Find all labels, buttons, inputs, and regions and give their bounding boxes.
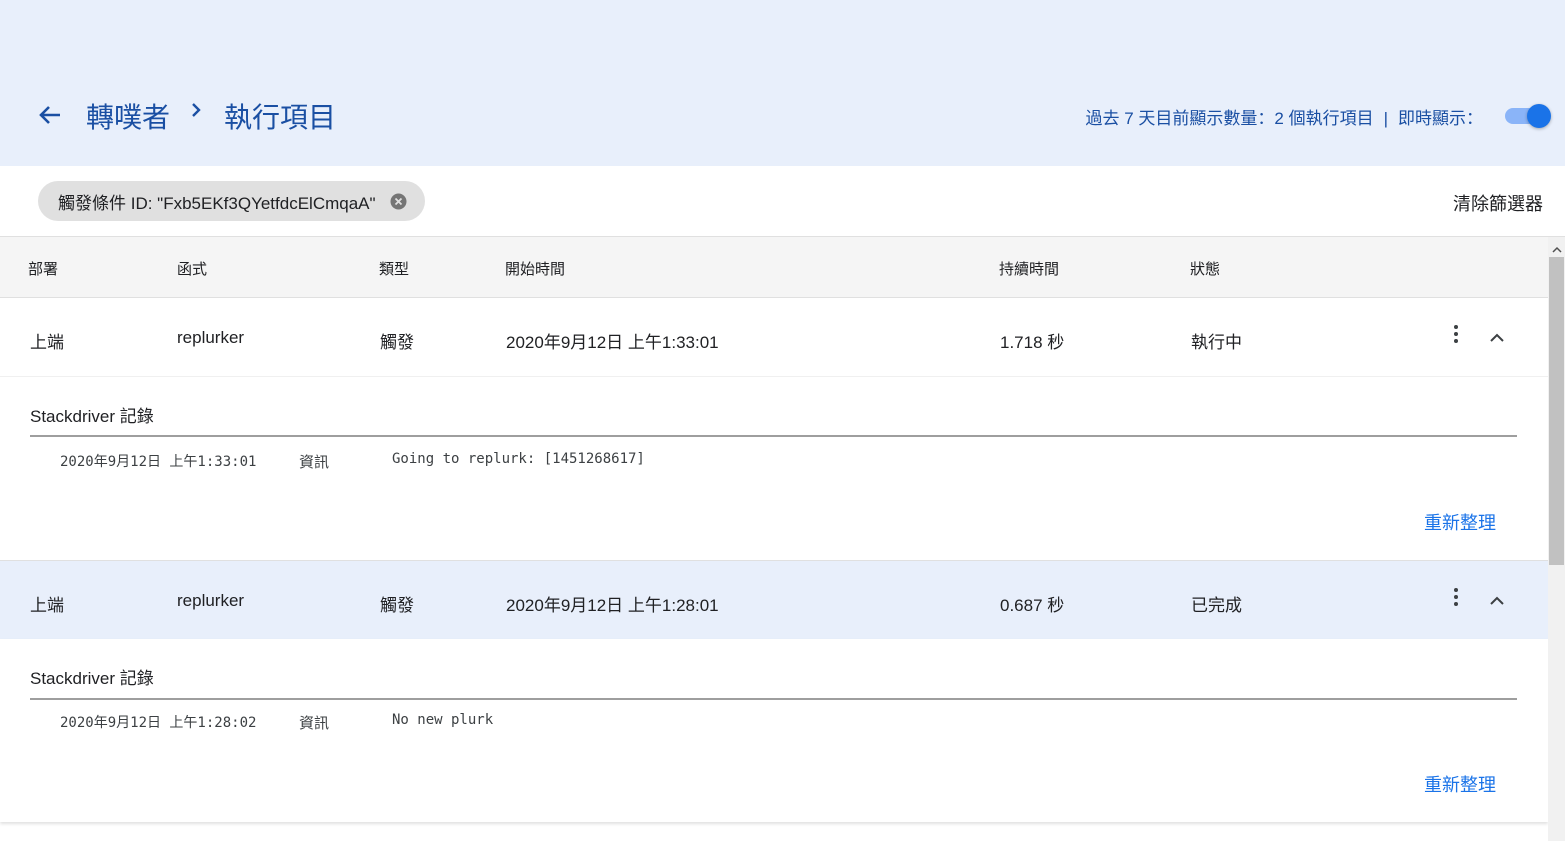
cell-status: 已完成 [1191,596,1242,615]
cell-status: 執行中 [1191,333,1242,352]
column-status[interactable]: 狀態 [1190,258,1220,279]
page-title: 執行項目 [224,102,337,133]
column-duration[interactable]: 持續時間 [999,258,1059,279]
column-deployment[interactable]: 部署 [28,258,58,279]
toggle-knob [1527,104,1551,128]
back-arrow-icon[interactable] [34,99,66,131]
trigger-filter-chip[interactable]: 觸發條件 ID: "Fxb5EKf3QYetfdcElCmqaA" [38,181,425,221]
clear-filters-button[interactable]: 清除篩選器 [1453,190,1543,216]
log-panel: Stackdriver 記錄 2020年9月12日 上午1:28:02 資訊 N… [0,639,1548,822]
filter-chip-label: 觸發條件 ID: "Fxb5EKf3QYetfdcElCmqaA" [58,193,376,213]
cell-type: 觸發 [380,333,414,352]
cell-function: replurker [177,591,245,610]
log-severity: 資訊 [299,454,330,471]
execution-summary: 過去 7 天目前顯示數量：2 個執行項目 | 即時顯示： [1086,104,1484,129]
cell-start-time: 2020年9月12日 上午1:28:01 [506,596,719,615]
cell-deployment: 上端 [30,333,64,352]
log-timestamp: 2020年9月12日 上午1:28:02 [60,715,257,731]
vertical-scrollbar[interactable] [1548,237,1565,841]
table-header: 部署 函式 類型 開始時間 持續時間 狀態 [0,237,1548,298]
refresh-logs-button[interactable]: 重新整理 [1424,771,1496,797]
realtime-toggle[interactable] [1505,104,1551,128]
page-header: 轉噗者 執行項目 過去 7 天目前顯示數量：2 個執行項目 | 即時顯示： [0,0,1565,166]
cell-start-time: 2020年9月12日 上午1:33:01 [506,333,719,352]
scrollbar-thumb[interactable] [1549,257,1564,565]
cell-duration: 0.687 秒 [1000,596,1065,615]
cell-deployment: 上端 [30,596,64,615]
scroll-up-arrow-icon[interactable] [1552,241,1562,253]
header-separator: | [1383,109,1388,128]
chevron-right-icon [186,98,206,122]
log-panel-title: Stackdriver 記錄 [30,669,154,688]
filter-bar: 觸發條件 ID: "Fxb5EKf3QYetfdcElCmqaA" 清除篩選器 [0,166,1565,237]
log-panel-title: Stackdriver 記錄 [30,407,154,426]
realtime-label: 即時顯示： [1398,109,1483,128]
more-vert-icon[interactable] [1446,587,1466,607]
column-function[interactable]: 函式 [177,258,207,279]
cell-function: replurker [177,328,245,347]
log-timestamp: 2020年9月12日 上午1:33:01 [60,454,257,470]
refresh-logs-button[interactable]: 重新整理 [1424,509,1496,535]
log-panel: Stackdriver 記錄 2020年9月12日 上午1:33:01 資訊 G… [0,377,1548,560]
log-message: No new plurk [392,712,494,728]
column-start-time[interactable]: 開始時間 [505,258,565,279]
execution-count-text: 過去 7 天目前顯示數量：2 個執行項目 [1085,109,1374,128]
table-row[interactable]: 上端 replurker 觸發 2020年9月12日 上午1:28:01 0.6… [0,561,1548,639]
log-divider [30,698,1517,700]
cell-type: 觸發 [380,596,414,615]
close-icon[interactable] [390,193,407,210]
chevron-up-icon[interactable] [1488,593,1506,607]
log-message: Going to replurk: [1451268617] [392,451,645,467]
table-row[interactable]: 上端 replurker 觸發 2020年9月12日 上午1:33:01 1.7… [0,298,1548,376]
breadcrumb-project[interactable]: 轉噗者 [86,96,170,136]
column-type[interactable]: 類型 [379,258,409,279]
cell-duration: 1.718 秒 [1000,333,1065,352]
log-divider [30,435,1517,437]
more-vert-icon[interactable] [1446,324,1466,344]
chevron-up-icon[interactable] [1488,330,1506,344]
log-severity: 資訊 [299,715,330,732]
